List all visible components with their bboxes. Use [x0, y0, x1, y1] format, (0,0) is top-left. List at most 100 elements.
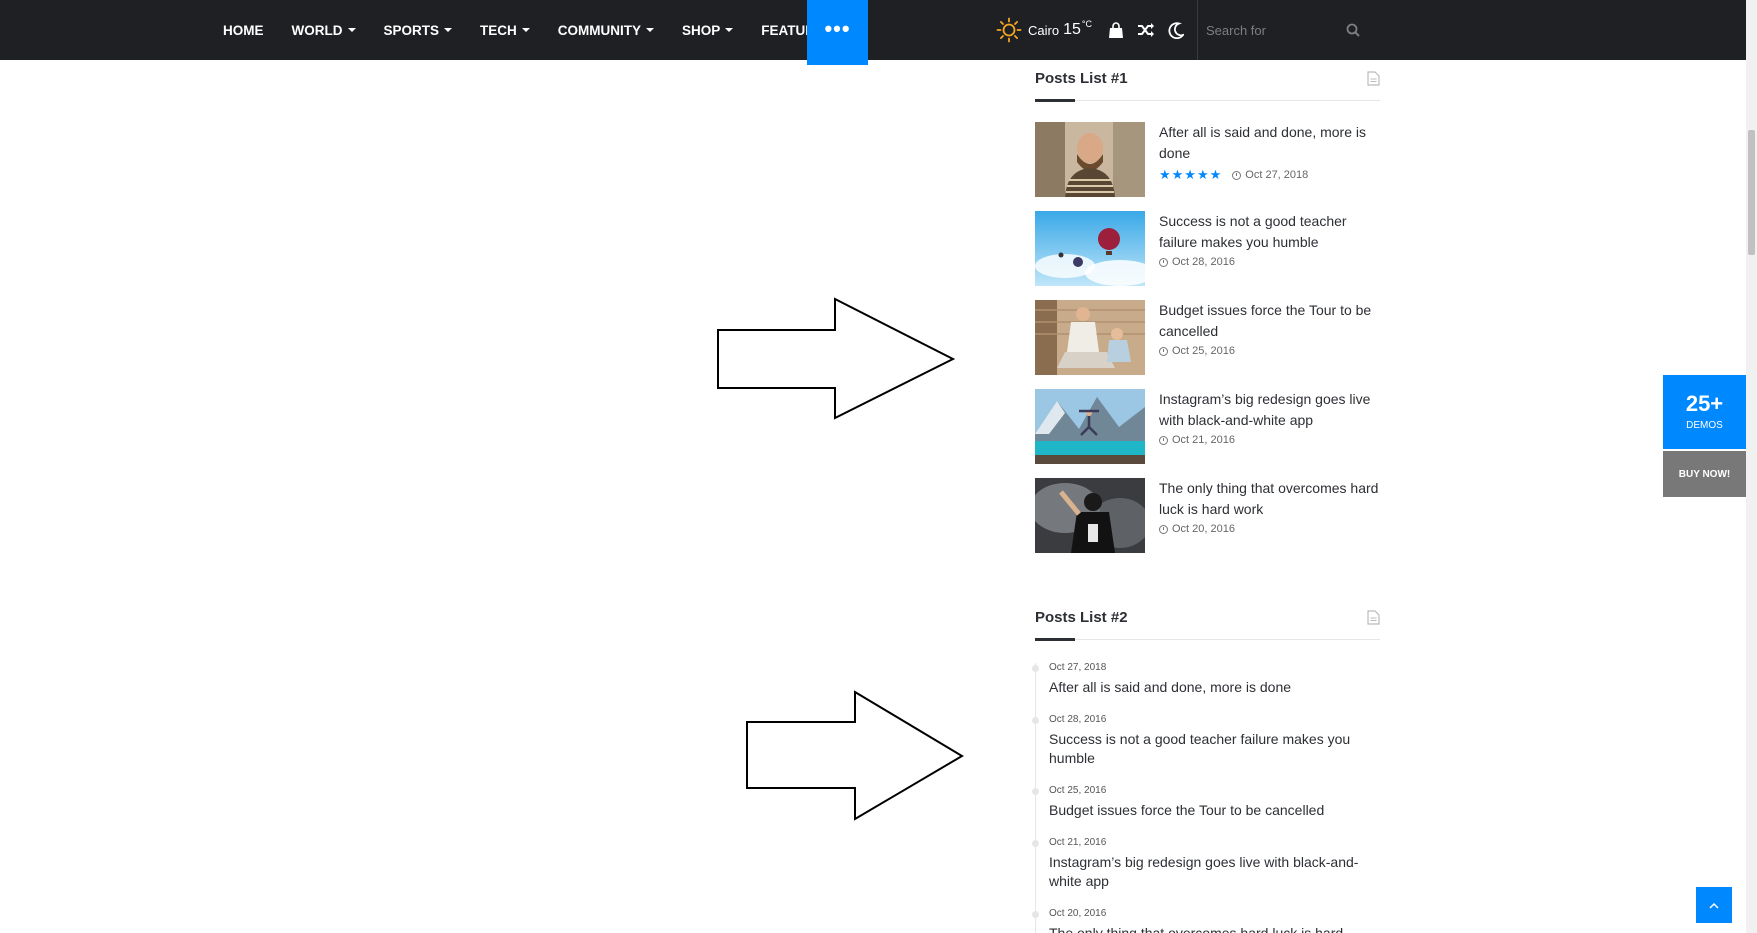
list-item: Budget issues force the Tour to be cance… — [1035, 300, 1380, 375]
clock-icon — [1159, 435, 1168, 445]
post-date: Oct 27, 2018 — [1245, 169, 1309, 181]
posts-list-1-widget: Posts List #1 After all is said and done… — [1035, 64, 1380, 554]
posts-list-2-widget: Posts List #2 Oct 27, 2018 After all is … — [1032, 603, 1380, 933]
post-body: The only thing that overcomes hard luck … — [1159, 478, 1380, 535]
nav-item-label: SHOP — [682, 22, 721, 38]
caret-down-icon — [444, 28, 453, 32]
timeline-dot — [1032, 788, 1039, 795]
post-thumbnail[interactable] — [1035, 389, 1145, 464]
clock-icon — [1159, 524, 1168, 534]
list-item: The only thing that overcomes hard luck … — [1035, 478, 1380, 553]
clock-icon — [1159, 346, 1168, 356]
post-date: Oct 28, 2016 — [1172, 256, 1235, 268]
post-title-link[interactable]: Budget issues force the Tour to be cance… — [1159, 300, 1380, 342]
widget-header: Posts List #1 — [1035, 64, 1380, 104]
search-icon[interactable] — [1346, 23, 1360, 37]
widget-divider-accent — [1035, 99, 1075, 102]
widget-divider — [1035, 100, 1380, 101]
main-navigation: HOME WORLD SPORTS TECH COMMUNITY SHOP FE… — [0, 0, 1746, 65]
timeline-dot — [1032, 840, 1039, 847]
post-title-link[interactable]: The only thing that overcomes hard luck … — [1159, 478, 1380, 520]
post-thumbnail[interactable] — [1035, 300, 1145, 375]
more-menu-button[interactable]: ••• — [807, 0, 868, 65]
post-thumbnail[interactable] — [1035, 478, 1145, 553]
more-dots-icon: ••• — [824, 15, 851, 41]
caret-down-icon — [521, 28, 530, 32]
widget-divider-accent — [1035, 638, 1075, 641]
nav-item-label: SPORTS — [383, 22, 440, 38]
post-body: After all is said and done, more is done… — [1159, 122, 1380, 183]
post-meta: Oct 28, 2016 — [1159, 256, 1380, 268]
post-date: Oct 20, 2016 — [1049, 908, 1107, 919]
post-title-link[interactable]: The only thing that overcomes hard luck … — [1049, 924, 1369, 933]
nav-item-label: HOME — [223, 22, 264, 38]
nav-item-community[interactable]: COMMUNITY — [557, 22, 655, 38]
post-title-link[interactable]: Instagram’s big redesign goes live with … — [1159, 389, 1380, 431]
shopping-bag-icon[interactable] — [1106, 20, 1126, 40]
caret-down-icon — [725, 28, 734, 32]
list-item: Success is not a good teacher failure ma… — [1035, 211, 1380, 286]
post-date: Oct 20, 2016 — [1172, 523, 1235, 535]
caret-down-icon — [347, 28, 356, 32]
nav-item-label: COMMUNITY — [557, 22, 642, 38]
buy-now-label: BUY NOW! — [1678, 468, 1731, 480]
post-title-link[interactable]: Success is not a good teacher failure ma… — [1159, 211, 1380, 253]
search-box — [1198, 0, 1372, 60]
post-title-link[interactable]: After all is said and done, more is done — [1159, 122, 1380, 164]
post-thumbnail[interactable] — [1035, 122, 1145, 197]
nav-item-shop[interactable]: SHOP — [682, 22, 734, 38]
page-scrollbar[interactable] — [1746, 0, 1757, 933]
widget-divider — [1035, 639, 1380, 640]
post-meta: ★★★★★ Oct 27, 2018 — [1159, 167, 1380, 183]
post-body: Instagram’s big redesign goes live with … — [1159, 389, 1380, 446]
post-title-link[interactable]: Budget issues force the Tour to be cance… — [1049, 801, 1369, 820]
nav-right-tools: Cairo 15 °C — [996, 0, 1196, 60]
post-meta: Oct 25, 2016 — [1159, 345, 1380, 357]
demos-button[interactable]: 25+ DEMOS — [1663, 375, 1746, 449]
nav-item-sports[interactable]: SPORTS — [384, 23, 453, 38]
widget-title: Posts List #1 — [1035, 70, 1128, 87]
timeline-dot — [1032, 717, 1039, 724]
post-meta: Oct 20, 2016 — [1159, 523, 1380, 535]
timeline-track — [1035, 663, 1036, 933]
sun-icon — [996, 17, 1022, 43]
nav-item-home[interactable]: HOME — [223, 23, 264, 38]
post-date: Oct 21, 2016 — [1049, 837, 1107, 848]
post-date: Oct 25, 2016 — [1172, 345, 1235, 357]
timeline-dot — [1032, 911, 1039, 918]
annotation-arrow-2 — [746, 690, 964, 821]
page: HOME WORLD SPORTS TECH COMMUNITY SHOP FE… — [0, 0, 1757, 933]
chevron-up-icon — [1709, 902, 1719, 909]
post-body: Success is not a good teacher failure ma… — [1159, 211, 1380, 268]
nav-menu: HOME WORLD SPORTS TECH COMMUNITY SHOP FE… — [223, 0, 874, 60]
buy-now-button[interactable]: BUY NOW! — [1663, 451, 1746, 497]
document-icon — [1367, 610, 1380, 625]
nav-item-label: WORLD — [291, 22, 343, 38]
post-title-link[interactable]: Instagram’s big redesign goes live with … — [1049, 853, 1369, 891]
post-meta: Oct 21, 2016 — [1159, 434, 1380, 446]
post-date: Oct 27, 2018 — [1049, 662, 1107, 673]
nav-item-world[interactable]: WORLD — [292, 23, 356, 38]
timeline-dot — [1032, 665, 1039, 672]
demos-count: 25+ — [1685, 391, 1724, 416]
nav-item-label: TECH — [480, 22, 517, 38]
caret-down-icon — [646, 28, 655, 32]
weather-city: Cairo — [1028, 22, 1060, 38]
nav-item-tech[interactable]: TECH — [480, 23, 530, 38]
star-rating: ★★★★★ — [1159, 167, 1223, 182]
post-date: Oct 28, 2016 — [1049, 714, 1107, 725]
post-title-link[interactable]: Success is not a good teacher failure ma… — [1049, 730, 1369, 768]
post-title-link[interactable]: After all is said and done, more is done — [1049, 678, 1369, 697]
demos-label: DEMOS — [1686, 420, 1723, 431]
random-shuffle-icon[interactable] — [1136, 20, 1156, 40]
post-thumbnail[interactable] — [1035, 211, 1145, 286]
document-icon — [1367, 71, 1380, 86]
list-item: Instagram’s big redesign goes live with … — [1035, 389, 1380, 464]
scrollbar-thumb[interactable] — [1748, 130, 1755, 255]
dark-mode-moon-icon[interactable] — [1166, 20, 1186, 40]
back-to-top-button[interactable] — [1696, 887, 1732, 923]
search-input[interactable] — [1206, 22, 1346, 38]
weather-temperature: 15 — [1063, 21, 1081, 38]
widget-title: Posts List #2 — [1035, 609, 1128, 626]
widget-header: Posts List #2 — [1035, 603, 1380, 643]
